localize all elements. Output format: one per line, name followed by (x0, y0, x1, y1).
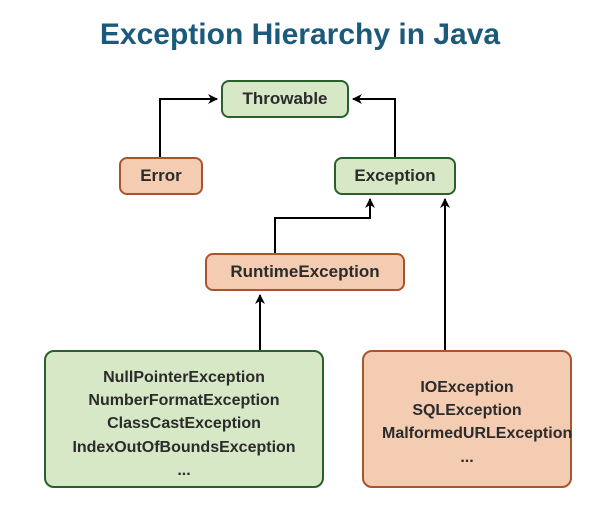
exception-child-3: MalformedURLException (382, 422, 552, 445)
arrow-runtime-to-exception (275, 199, 370, 253)
exception-child-2: SQLException (382, 399, 552, 422)
node-exception: Exception (334, 157, 456, 195)
exception-child-1: IOException (382, 376, 552, 399)
node-exception-label: Exception (354, 166, 435, 186)
runtime-child-1: NullPointerException (64, 366, 304, 389)
node-error: Error (119, 157, 203, 195)
node-exception-children: IOException SQLException MalformedURLExc… (362, 350, 572, 488)
node-runtime-children: NullPointerException NumberFormatExcepti… (44, 350, 324, 488)
runtime-child-more: ... (64, 459, 304, 482)
arrow-exception-to-throwable (353, 99, 395, 157)
arrow-error-to-throwable (160, 99, 217, 157)
node-runtime-exception: RuntimeException (205, 253, 405, 291)
diagram-canvas: Exception Hierarchy in Java Throwable Er… (0, 0, 600, 510)
node-throwable: Throwable (221, 80, 349, 118)
runtime-child-2: NumberFormatException (64, 389, 304, 412)
node-runtime-exception-label: RuntimeException (230, 262, 379, 282)
node-error-label: Error (140, 166, 182, 186)
runtime-child-4: IndexOutOfBoundsException (64, 436, 304, 459)
exception-child-more: ... (382, 446, 552, 469)
runtime-child-3: ClassCastException (64, 412, 304, 435)
diagram-title: Exception Hierarchy in Java (0, 18, 600, 52)
node-throwable-label: Throwable (242, 89, 327, 109)
